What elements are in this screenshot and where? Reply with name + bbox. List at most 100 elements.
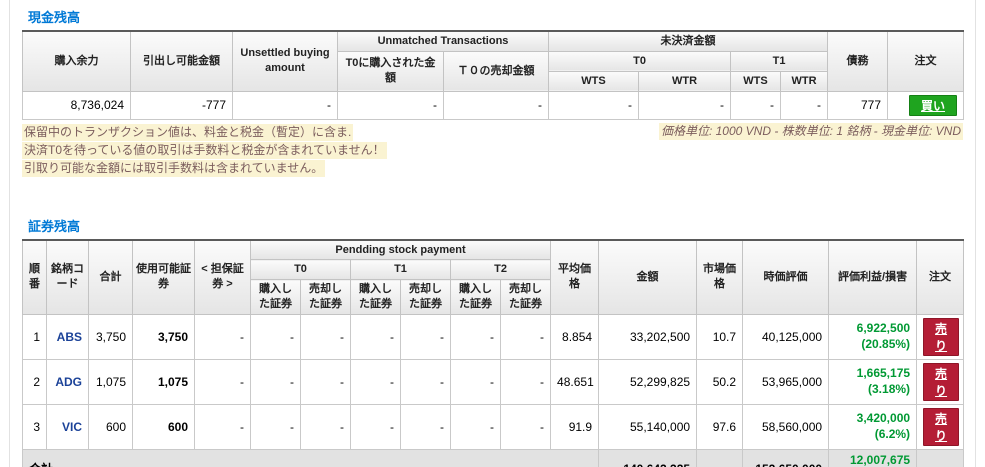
col-group-pending-stock-payment: Pendding stock payment (249, 239, 552, 261)
col-no: 順番 (22, 239, 47, 315)
cell-stock-code: ADG (46, 358, 89, 405)
col-buying-power: 購入余力 (22, 30, 131, 92)
cell-t1-bought: - (350, 313, 401, 360)
total-label: 合計 (21, 448, 600, 467)
col-profit-loss: 評価利益/損害 (828, 239, 918, 315)
cell-t2-sold: - (499, 403, 552, 450)
col-t0-wts: WTS (548, 70, 640, 92)
col-amount: 金額 (598, 239, 698, 315)
note-line-3: 引取り可能な金額には取引手数料は含まれていません。 (22, 159, 326, 177)
col-t0-bought: 購入した証券 (250, 279, 301, 315)
cell-t0-bought: - (250, 403, 301, 450)
cell-t1-sold: - (400, 358, 451, 405)
cell-total: 3,750 (88, 313, 133, 360)
cell-amount: 33,202,500 (598, 313, 698, 360)
col-collateral: < 担保証券 > (194, 239, 251, 315)
cell-avg-price: 91.9 (550, 403, 600, 450)
securities-balance-table: 順番 銘柄コード 合計 使用可能証券 < 担保証券 > Pendding sto… (21, 238, 965, 467)
total-amount: 140,642,325 (598, 448, 698, 467)
cell-collateral: - (194, 313, 251, 360)
cell-t2-bought: - (450, 313, 501, 360)
cell-unsettled-buying: - (232, 90, 338, 120)
col-t1-sold: 売却した証券 (400, 279, 451, 315)
stock-code-link[interactable]: ABS (57, 330, 82, 344)
col-t1-wtr: WTR (780, 70, 829, 92)
cell-market-price: 97.6 (696, 403, 744, 450)
cell-buying-power: 8,736,024 (22, 90, 131, 120)
cell-t2-sold: - (499, 358, 552, 405)
cell-amount: 55,140,000 (598, 403, 698, 450)
col-group-t1-2: T1 (350, 259, 451, 281)
cell-t0-bought: - (250, 313, 301, 360)
total-row: 合計 140,642,325 - 152,650,000 12,007,675 … (21, 448, 965, 467)
col-t2-sold: 売却した証券 (499, 279, 552, 315)
cash-balance-row: 8,736,024 -777 - - - - - - - 777 買い (22, 90, 965, 120)
cell-t0-wtr: - (638, 90, 732, 120)
col-avg-price: 平均価格 (550, 239, 600, 315)
sell-button[interactable]: 売り (923, 362, 960, 401)
col-withdrawable: 引出し可能金額 (130, 30, 233, 92)
cell-order: 売り (916, 403, 965, 450)
cell-t2-bought: - (450, 358, 501, 405)
sell-button[interactable]: 売り (923, 407, 960, 446)
cell-stock-code: ABS (46, 313, 89, 360)
cash-balance-table: 購入余力 引出し可能金額 Unsettled buying amount Unm… (22, 30, 965, 120)
cell-avg-price: 8.854 (550, 313, 600, 360)
stock-code-link[interactable]: ADG (55, 375, 82, 389)
cell-available: 1,075 (132, 358, 195, 405)
cell-t0-bought: - (250, 358, 301, 405)
col-market-value: 時価評価 (742, 239, 830, 315)
cell-withdrawable: -777 (130, 90, 233, 120)
cell-profit-loss: 3,420,000 (6.2%) (828, 403, 918, 450)
col-sold-t0: Ｔ０の売却金額 (442, 50, 550, 92)
cell-t1-sold: - (400, 403, 451, 450)
cell-t1-sold: - (400, 313, 451, 360)
cell-debt: 777 (827, 90, 889, 120)
cell-collateral: - (194, 358, 251, 405)
buy-button[interactable]: 買い (909, 94, 958, 116)
page: 現金残高 購入余力 引出し可能金額 Unsettled buying amoun… (0, 0, 985, 467)
cell-available: 3,750 (132, 313, 195, 360)
col-group-t1: T1 (730, 50, 829, 72)
cell-t0-sold: - (300, 358, 351, 405)
col-unsettled-buying: Unsettled buying amount (232, 30, 338, 92)
cell-market-value: 53,965,000 (742, 358, 830, 405)
sell-button[interactable]: 売り (923, 317, 960, 356)
cell-profit-loss: 1,665,175 (3.18%) (828, 358, 918, 405)
cell-no: 2 (22, 358, 47, 405)
col-t1-bought: 購入した証券 (350, 279, 401, 315)
col-order-2: 注文 (916, 239, 965, 315)
col-available: 使用可能証券 (132, 239, 195, 315)
cell-t0-wts: - (548, 90, 640, 120)
col-group-t0: T0 (548, 50, 732, 72)
notes-area: 保留中のトランザクション値は、料金と税金（暫定）に含ま. 決済T0を待っている値… (22, 122, 963, 177)
stock-code-link[interactable]: VIC (62, 420, 82, 434)
note-line-1: 保留中のトランザクション値は、料金と税金（暫定）に含ま. (22, 123, 354, 141)
cell-t1-wtr: - (780, 90, 829, 120)
cell-market-price: 50.2 (696, 358, 744, 405)
cash-notes: 保留中のトランザクション値は、料金と税金（暫定）に含ま. 決済T0を待っている値… (22, 123, 387, 177)
col-stock-code: 銘柄コード (46, 239, 89, 315)
table-row: 3 VIC 600 600 - - - - - - - 91.9 55,140,… (22, 403, 965, 450)
cell-amount: 52,299,825 (598, 358, 698, 405)
cell-market-value: 58,560,000 (742, 403, 830, 450)
cell-t1-bought: - (350, 358, 401, 405)
col-debt: 債務 (827, 30, 889, 92)
cell-bought-t0: - (337, 90, 444, 120)
col-t1-wts: WTS (730, 70, 782, 92)
cash-balance-title: 現金残高 (28, 10, 81, 25)
cell-market-value: 40,125,000 (742, 313, 830, 360)
col-order: 注文 (887, 30, 965, 92)
col-market-price: 市場価格 (696, 239, 744, 315)
cell-t0-sold: - (300, 403, 351, 450)
col-group-unmatched-transactions: Unmatched Transactions (336, 30, 550, 52)
total-market-price: - (696, 448, 744, 467)
content-area: 現金残高 購入余力 引出し可能金額 Unsettled buying amoun… (9, 0, 976, 467)
cell-t0-sold: - (300, 313, 351, 360)
cell-collateral: - (194, 403, 251, 450)
total-profit-loss: 12,007,675 (8.54%) (828, 448, 918, 467)
cell-t1-bought: - (350, 403, 401, 450)
cell-total: 600 (88, 403, 133, 450)
col-total: 合計 (88, 239, 133, 315)
cell-no: 3 (22, 403, 47, 450)
